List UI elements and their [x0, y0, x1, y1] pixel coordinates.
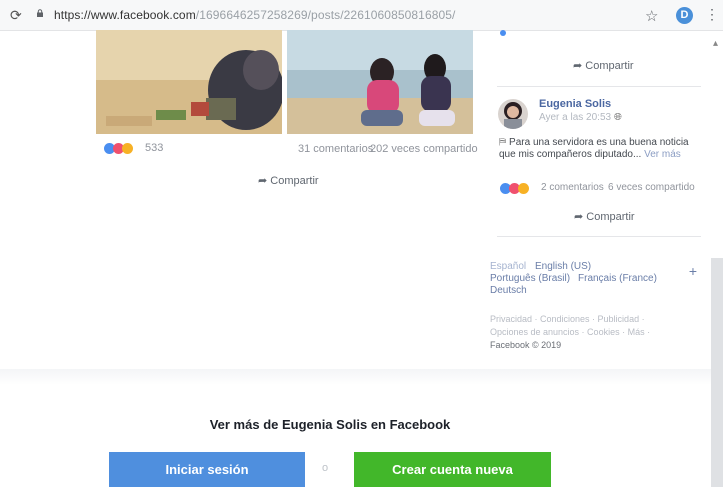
copyright: Facebook © 2019	[490, 340, 562, 350]
two-women-beach-image	[287, 30, 473, 134]
language-french[interactable]: Français (France)	[578, 273, 657, 284]
sidebar-share-button-top[interactable]: ➦ Compartir	[573, 59, 634, 72]
footer-links-line1[interactable]: Privacidad · Condiciones · Publicidad ·	[490, 314, 645, 324]
cta-heading: Ver más de Eugenia Solis en Facebook	[209, 417, 451, 432]
share-label: Compartir	[586, 211, 635, 223]
author-avatar[interactable]	[498, 99, 528, 129]
divider	[497, 86, 701, 87]
flag-icon: ⛿	[499, 137, 507, 148]
overlay-edge	[0, 369, 723, 385]
author-photo	[504, 102, 522, 129]
divider	[497, 236, 701, 237]
wow-reaction-icon	[518, 183, 529, 194]
globe-icon: 🌐︎	[613, 112, 622, 123]
see-more-link[interactable]: Ver más	[644, 149, 681, 160]
add-language-plus-icon[interactable]: +	[686, 264, 700, 278]
haha-reaction-icon	[122, 143, 133, 154]
scrollbar[interactable]	[711, 258, 723, 487]
reaction-count[interactable]: 533	[145, 142, 163, 154]
sidebar-comments-count[interactable]: 2 comentarios	[541, 182, 604, 193]
reload-icon[interactable]: ⟳	[10, 7, 22, 24]
reaction-icons[interactable]	[104, 141, 133, 159]
language-german[interactable]: Deutsch	[490, 285, 527, 296]
menu-kebab-icon[interactable]: ⋮	[705, 6, 719, 23]
sidebar-post-text: ⛿ Para una servidora es una buena notici…	[499, 137, 704, 161]
comments-count[interactable]: 31 comentarios	[298, 143, 373, 155]
author-name[interactable]: Eugenia Solis	[539, 98, 611, 110]
address-bar[interactable]: https://www.facebook.com/169664625725826…	[54, 8, 455, 22]
or-separator: o	[322, 462, 329, 474]
url-path: /1696646257258269/posts/2261060850816805…	[195, 8, 456, 22]
url-host: https://www.facebook.com	[54, 8, 196, 22]
share-arrow-icon: ➦	[573, 60, 583, 72]
share-arrow-icon: ➦	[574, 211, 584, 223]
language-current: Español	[490, 261, 527, 272]
bookmark-star-icon[interactable]: ☆	[645, 7, 658, 25]
beach-items-image	[96, 30, 282, 134]
shares-count[interactable]: 202 veces compartido	[370, 143, 478, 155]
sidebar-share-button[interactable]: ➦ Compartir	[574, 210, 635, 223]
profile-avatar[interactable]: D	[676, 7, 693, 24]
post-time-text: Ayer a las 20:53	[539, 112, 612, 123]
share-button[interactable]: ➦ Compartir	[258, 174, 319, 187]
lock-icon	[37, 9, 43, 17]
language-english[interactable]: English (US)	[535, 261, 591, 272]
post-photo-left[interactable]	[96, 30, 282, 134]
language-portuguese[interactable]: Português (Brasil)	[490, 273, 570, 284]
share-label: Compartir	[585, 60, 634, 72]
scroll-up-icon[interactable]: ▴	[713, 38, 718, 49]
sidebar-shares-count[interactable]: 6 veces compartido	[608, 182, 695, 193]
create-account-button[interactable]: Crear cuenta nueva	[354, 452, 551, 487]
login-button[interactable]: Iniciar sesión	[109, 452, 305, 487]
footer-links-line2[interactable]: Opciones de anuncios · Cookies · Más ·	[490, 327, 650, 337]
share-label: Compartir	[270, 175, 319, 187]
post-time[interactable]: Ayer a las 20:53 🌐︎	[539, 112, 622, 123]
like-reaction-icon	[500, 30, 506, 36]
share-arrow-icon: ➦	[258, 175, 268, 187]
sidebar-reaction-icons[interactable]	[500, 181, 529, 199]
post-photo-right[interactable]	[287, 30, 473, 134]
